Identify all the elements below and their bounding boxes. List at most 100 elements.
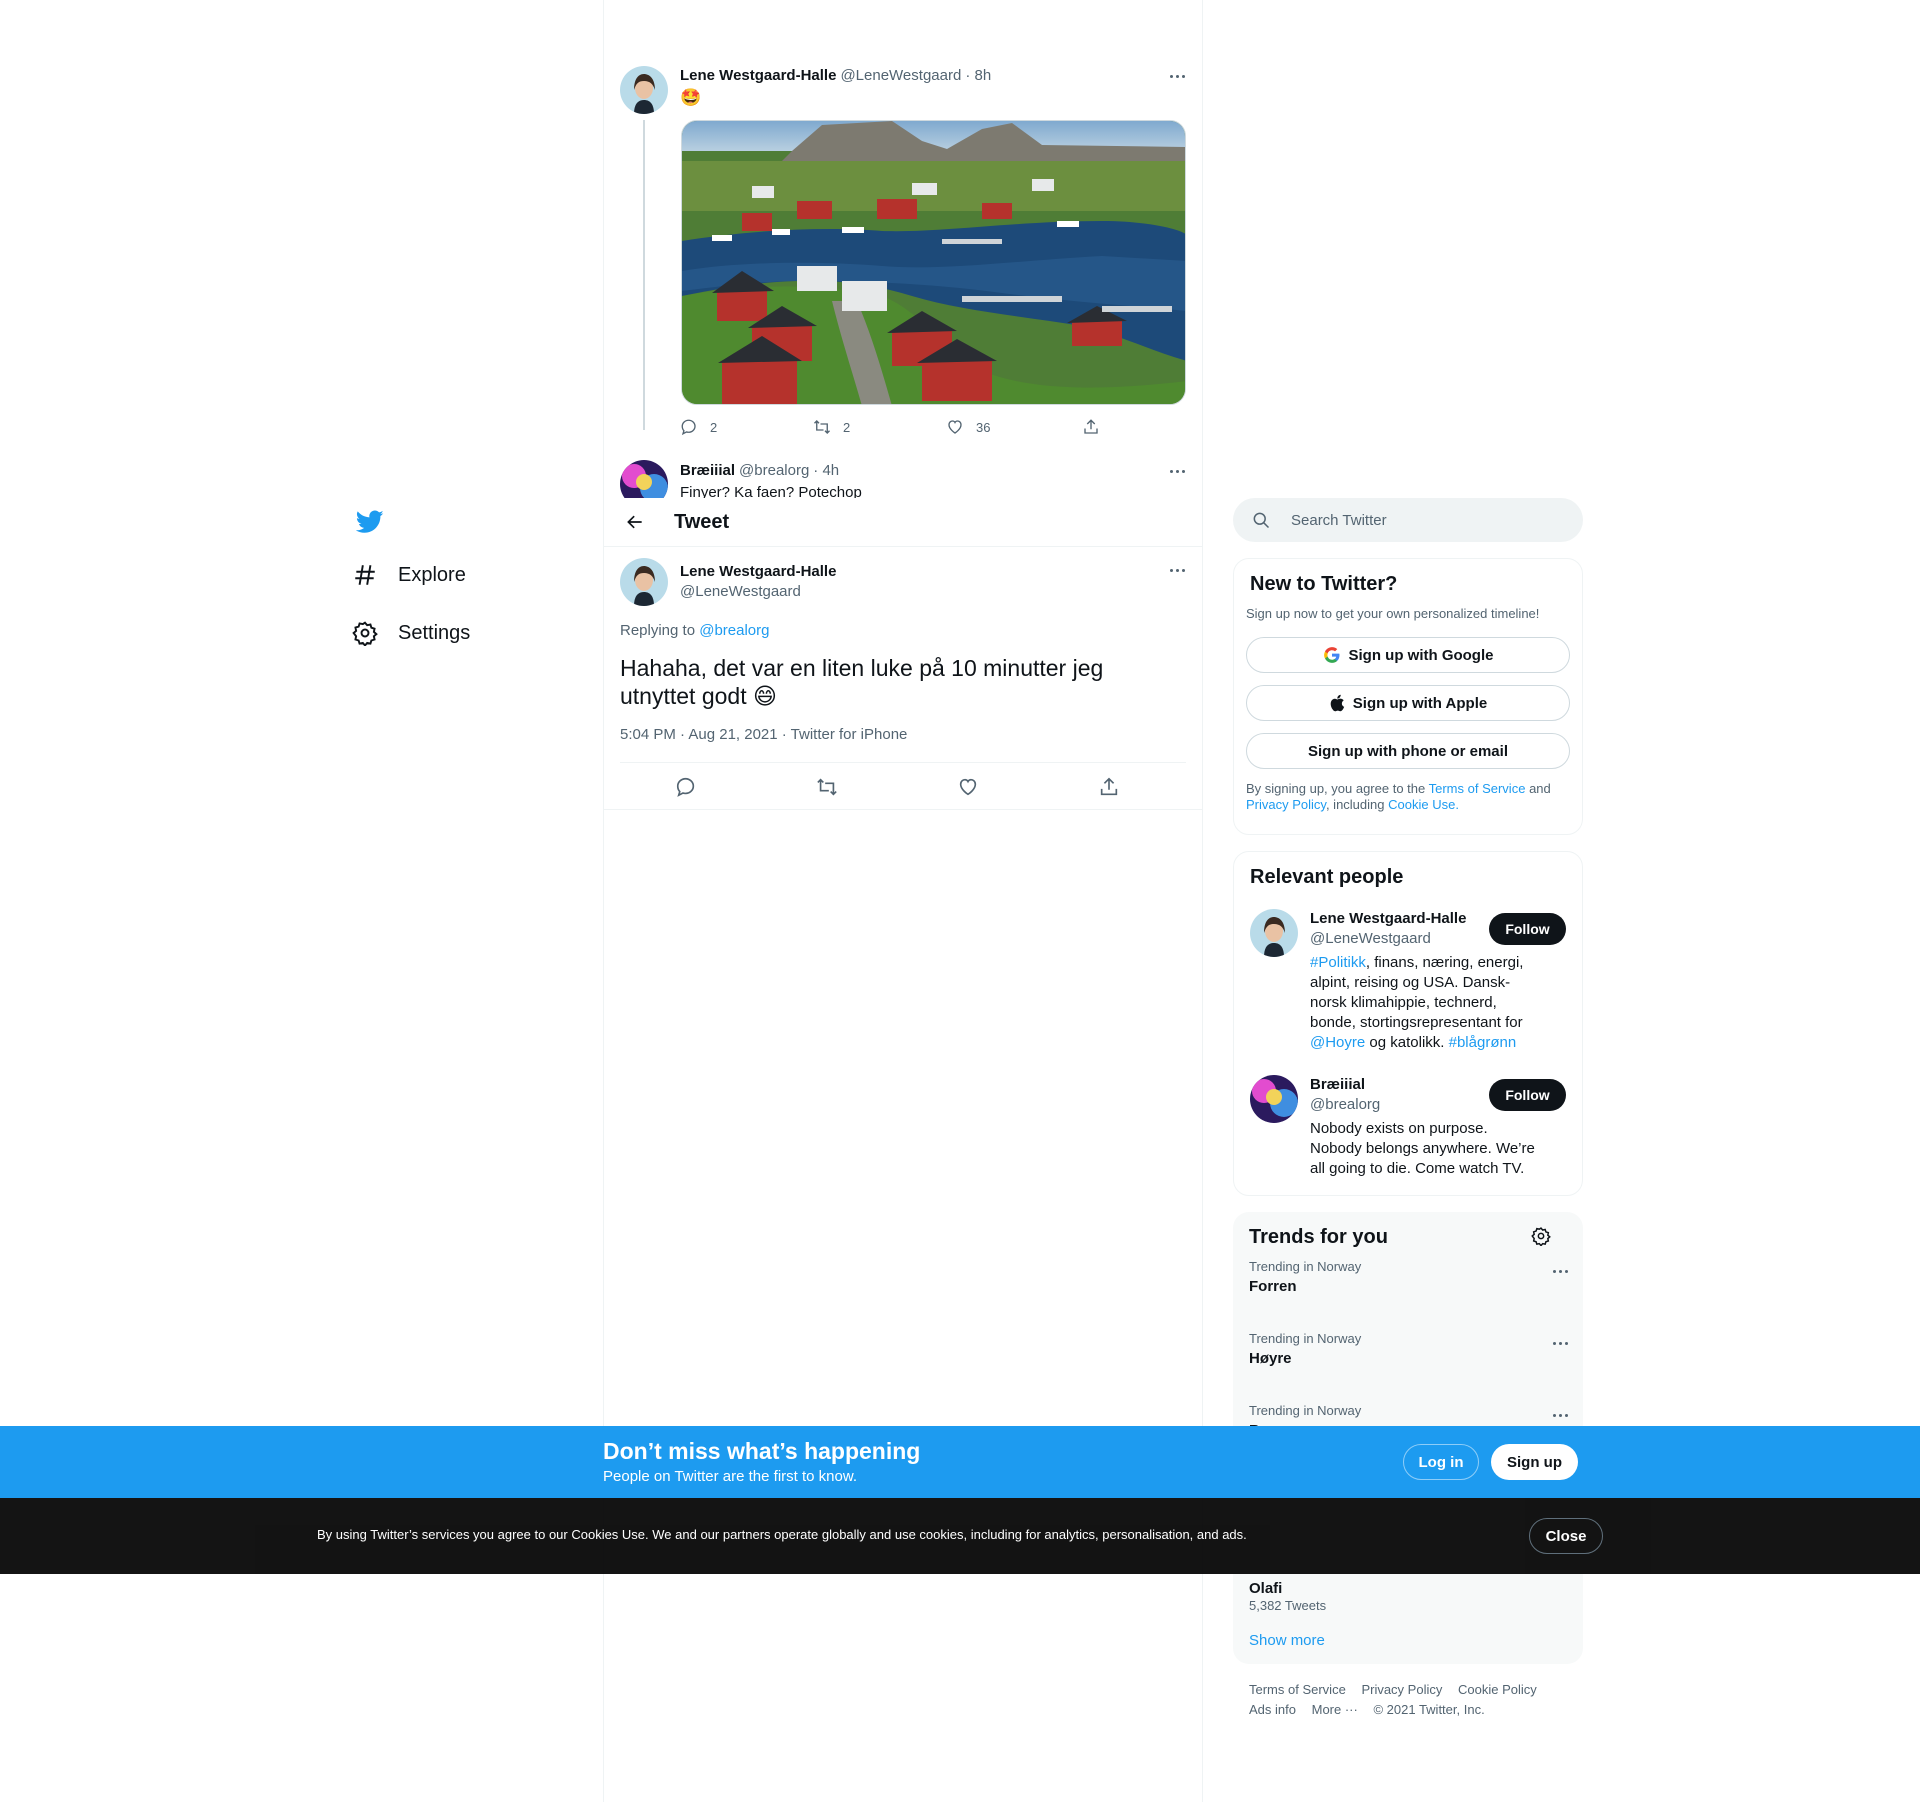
banner-title: Don’t miss what’s happening: [603, 1438, 921, 1464]
retweet-button[interactable]: [816, 776, 850, 798]
footer-privacy-link[interactable]: Privacy Policy: [1361, 1682, 1442, 1697]
new-to-twitter-card: New to Twitter? Sign up now to get your …: [1233, 558, 1583, 835]
trend-tweet-count: 5,382 Tweets: [1249, 1598, 1327, 1613]
nav-item-explore[interactable]: Explore: [340, 546, 590, 604]
signup-button[interactable]: Sign up: [1491, 1444, 1578, 1480]
author-name[interactable]: Bræiiial: [680, 462, 735, 479]
share-button[interactable]: [1082, 418, 1112, 436]
google-signup-button[interactable]: Sign up with Google: [1246, 637, 1570, 673]
middle-tweet[interactable]: Bræiiial @brealorg · 4h Finyer? Ka faen?…: [604, 454, 1202, 498]
card-title: New to Twitter?: [1250, 573, 1398, 595]
privacy-link[interactable]: Privacy Policy: [1246, 797, 1326, 812]
heart-icon: [959, 778, 977, 796]
more-options-icon[interactable]: [1545, 1333, 1575, 1353]
footer-ads-link[interactable]: Ads info: [1249, 1702, 1296, 1717]
phone-email-signup-button[interactable]: Sign up with phone or email: [1246, 733, 1570, 769]
left-navigation: Explore Settings: [340, 498, 590, 662]
divider: [620, 762, 1186, 763]
footer-cookie-link[interactable]: Cookie Policy: [1458, 1682, 1537, 1697]
author-name[interactable]: Lene Westgaard-Halle: [680, 562, 836, 582]
tweet-text: 🤩: [680, 88, 702, 107]
tweet-text: Finyer? Ka faen? Potechop: [680, 484, 862, 498]
more-options-icon[interactable]: [1545, 1405, 1575, 1425]
parent-tweet[interactable]: Lene Westgaard-Halle @LeneWestgaard · 8h…: [604, 54, 1202, 454]
trend-name: Forren: [1249, 1278, 1297, 1295]
like-button[interactable]: [957, 776, 991, 798]
author-name[interactable]: Lene Westgaard-Halle: [680, 67, 836, 84]
person-bio: #Politikk, finans, næring, energi, alpin…: [1310, 953, 1540, 1053]
hashtag-link[interactable]: #Politikk: [1310, 954, 1366, 971]
mention-link[interactable]: @Hoyre: [1310, 1034, 1365, 1051]
tweet-time[interactable]: · 4h: [813, 462, 839, 479]
avatar[interactable]: [1250, 1075, 1298, 1123]
footer-terms-link[interactable]: Terms of Service: [1249, 1682, 1346, 1697]
tweet-photo[interactable]: [681, 120, 1186, 405]
trend-meta: Trending in Norway: [1249, 1403, 1362, 1418]
legal-text: and: [1529, 781, 1551, 796]
search-input[interactable]: Search Twitter: [1291, 512, 1387, 529]
terms-link[interactable]: Terms of Service: [1429, 781, 1526, 796]
relevant-person[interactable]: Bræiiial @brealorg Nobody exists on purp…: [1250, 1075, 1566, 1179]
cookie-text: By using Twitter’s services you agree to…: [317, 1527, 1247, 1542]
footer-copyright: © 2021 Twitter, Inc.: [1373, 1702, 1485, 1717]
nav-item-label: Settings: [398, 621, 471, 644]
reply-icon: [676, 777, 695, 797]
show-more-link[interactable]: Show more: [1249, 1632, 1325, 1649]
reply-icon: [681, 419, 696, 436]
nav-item-settings[interactable]: Settings: [340, 604, 590, 662]
reply-button[interactable]: [675, 776, 709, 798]
trend-name[interactable]: Olafi: [1249, 1580, 1282, 1597]
follow-button[interactable]: Follow: [1489, 913, 1566, 945]
trends-settings-gear-icon[interactable]: [1531, 1226, 1551, 1246]
more-options-icon[interactable]: [1545, 1261, 1575, 1281]
banner-subtitle: People on Twitter are the first to know.: [603, 1468, 858, 1485]
trend-item[interactable]: Trending in Norway Høyre: [1249, 1331, 1568, 1393]
apple-icon: [1330, 694, 1344, 712]
author-handle[interactable]: @LeneWestgaard: [840, 67, 961, 84]
avatar[interactable]: [620, 460, 668, 498]
avatar[interactable]: [620, 66, 668, 114]
apple-signup-button[interactable]: Sign up with Apple: [1246, 685, 1570, 721]
main-tweet: Lene Westgaard-Halle @LeneWestgaard Repl…: [604, 548, 1202, 810]
share-icon: [1084, 419, 1098, 434]
cookie-use-link[interactable]: Cookie Use.: [1388, 797, 1459, 812]
trend-meta: Trending in Norway: [1249, 1331, 1362, 1346]
trend-name: Høyre: [1249, 1350, 1292, 1367]
more-options-icon[interactable]: [1162, 560, 1192, 580]
legal-text: , including: [1325, 797, 1385, 812]
signup-banner: Don’t miss what’s happening People on Tw…: [0, 1426, 1920, 1498]
trend-item[interactable]: Trending in Norway Forren: [1249, 1259, 1568, 1321]
author-handle[interactable]: @brealorg: [739, 462, 809, 479]
login-button[interactable]: Log in: [1403, 1444, 1479, 1480]
hashtag-icon: [355, 565, 375, 585]
card-title: Trends for you: [1249, 1226, 1388, 1248]
footer-more-link[interactable]: More ···: [1312, 1702, 1358, 1717]
more-options-icon[interactable]: [1162, 66, 1192, 86]
close-cookie-button[interactable]: Close: [1529, 1518, 1603, 1554]
like-button[interactable]: 36: [946, 418, 990, 436]
reply-button[interactable]: 2: [680, 418, 717, 436]
hashtag-link[interactable]: #blågrønn: [1449, 1034, 1517, 1051]
avatar[interactable]: [1250, 909, 1298, 957]
retweet-button[interactable]: 2: [813, 418, 850, 436]
tweet-time[interactable]: · 8h: [965, 67, 991, 84]
relevant-people-card: Relevant people Lene Westgaard-Halle @Le…: [1233, 851, 1583, 1196]
apple-signup-label: Sign up with Apple: [1352, 694, 1488, 712]
heart-icon: [948, 420, 962, 434]
author-handle[interactable]: @LeneWestgaard: [680, 582, 836, 602]
more-options-icon[interactable]: [1162, 461, 1192, 481]
tweet-metadata[interactable]: 5:04 PM · Aug 21, 2021 · Twitter for iPh…: [620, 726, 907, 743]
retweet-icon: [817, 778, 837, 796]
search-box[interactable]: Search Twitter: [1233, 498, 1583, 542]
twitter-logo-icon[interactable]: [344, 498, 396, 546]
reply-count: 2: [710, 419, 718, 435]
back-arrow-icon[interactable]: [624, 511, 646, 533]
relevant-person[interactable]: Lene Westgaard-Halle @LeneWestgaard #Pol…: [1250, 909, 1566, 1053]
replying-handle-link[interactable]: @brealorg: [699, 622, 769, 639]
share-button[interactable]: [1098, 776, 1132, 798]
replying-label: Replying to: [620, 622, 696, 639]
follow-button[interactable]: Follow: [1489, 1079, 1566, 1111]
trend-meta: Trending in Norway: [1249, 1259, 1362, 1274]
signup-legal-text: By signing up, you agree to the Terms of…: [1246, 781, 1570, 813]
avatar[interactable]: [620, 558, 668, 606]
